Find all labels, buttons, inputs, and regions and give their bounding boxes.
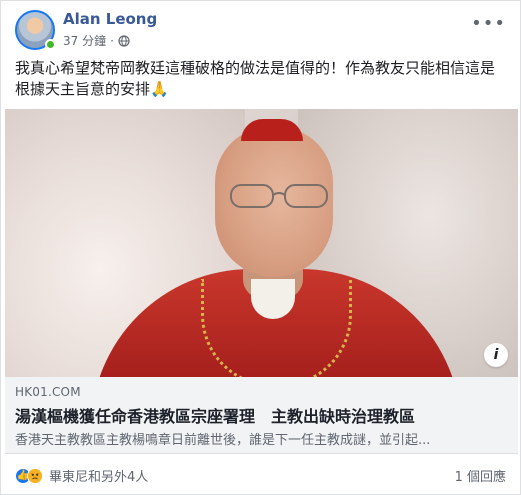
more-options-icon[interactable]: ••• [471, 13, 506, 34]
link-description: 香港天主教教區主教楊鳴章日前離世後，誰是下一任主教成謎，並引起... [15, 433, 431, 448]
image-cap [241, 119, 303, 141]
author-name[interactable]: Alan Leong [63, 10, 157, 28]
image-chain [201, 279, 352, 377]
post-time[interactable]: 37 分鐘 [63, 32, 106, 49]
post-card: Alan Leong 37 分鐘 · ••• 我真心希望梵帝岡教廷這種破格的做法… [0, 0, 521, 495]
globe-icon [118, 34, 130, 47]
angry-reaction-icon [27, 467, 43, 484]
comments-count[interactable]: 1 個回應 [455, 466, 506, 485]
link-image[interactable]: i [5, 109, 518, 377]
info-icon[interactable]: i [484, 343, 508, 367]
online-status-indicator [45, 39, 56, 50]
reactions-summary[interactable]: 👍 畢東尼和另外4人 [15, 466, 148, 485]
post-text: 我真心希望梵帝岡教廷這種破格的做法是值得的！作為教友只能相信這是根據天主旨意的安… [15, 59, 496, 98]
reactions-text[interactable]: 畢東尼和另外4人 [49, 466, 148, 485]
link-domain: HK01.COM [15, 385, 81, 399]
image-glasses [230, 184, 328, 208]
meta-separator: · [110, 33, 114, 48]
link-preview[interactable]: HK01.COM 湯漢樞機獲任命香港教區宗座署理 主教出缺時治理教區 香港天主教… [5, 377, 518, 454]
post-meta: 37 分鐘 · [63, 32, 130, 49]
link-headline[interactable]: 湯漢樞機獲任命香港教區宗座署理 主教出缺時治理教區 [15, 403, 511, 427]
